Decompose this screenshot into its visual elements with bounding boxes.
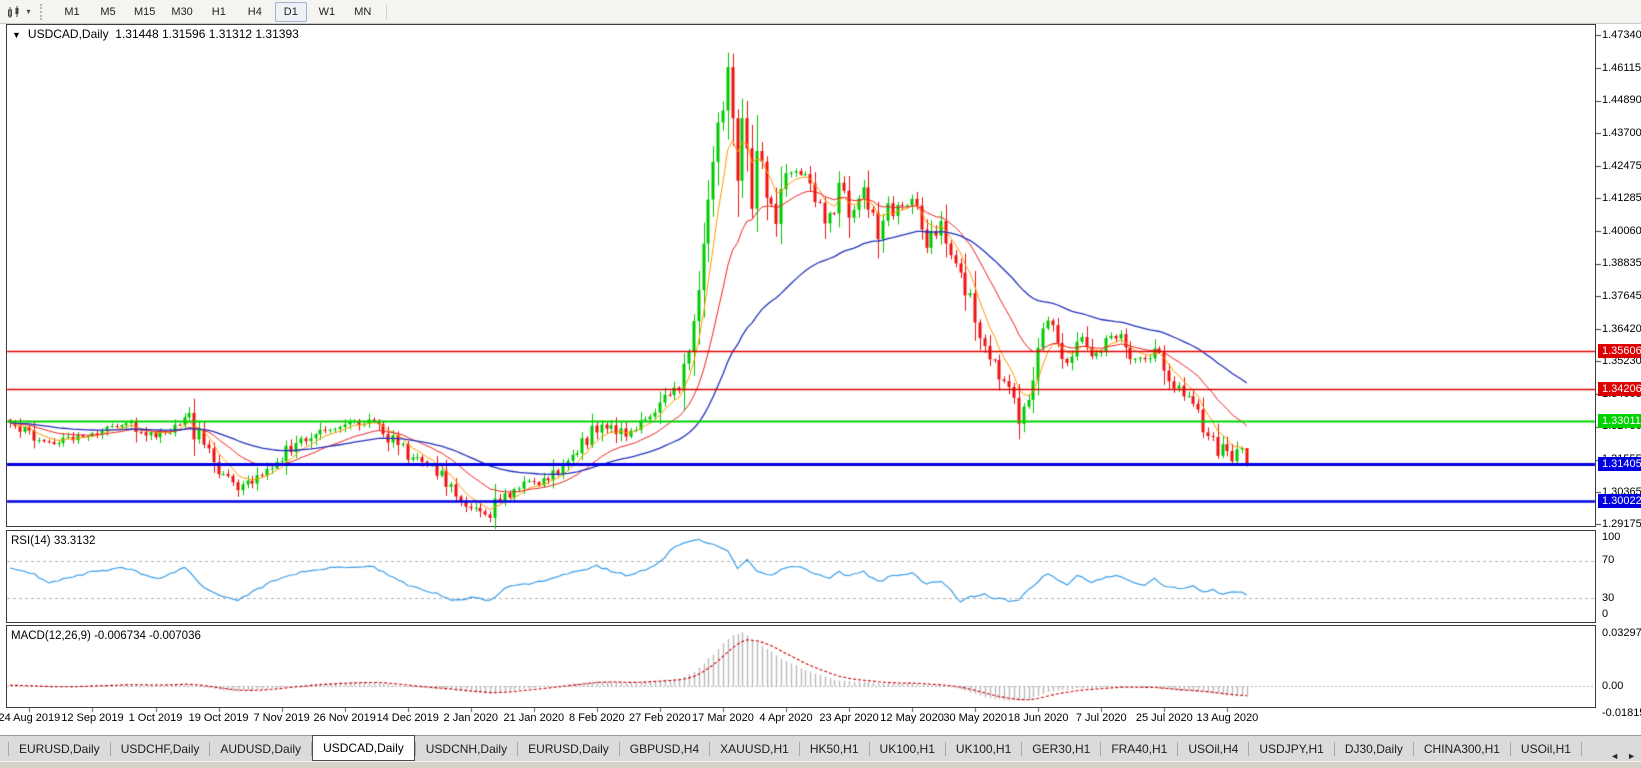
chart-tab-usoil-h4[interactable]: USOil,H4 <box>1178 738 1248 760</box>
timeframe-button-group: M1M5M15M30H1H4D1W1MN <box>54 2 381 22</box>
chart-collapse-icon[interactable]: ▼ <box>12 30 21 40</box>
price-line-tag: 1.31405 <box>1598 457 1641 471</box>
chart-tab-xauusd-h1[interactable]: XAUUSD,H1 <box>710 738 799 760</box>
chart-title: ▼ USDCAD,Daily 1.31448 1.31596 1.31312 1.… <box>12 27 299 41</box>
date-axis-label: 14 Dec 2019 <box>376 712 438 724</box>
chart-symbol-label: USDCAD,Daily <box>28 27 109 41</box>
chart-tab-hk50-h1[interactable]: HK50,H1 <box>800 738 869 760</box>
price-line-tag: 1.34206 <box>1598 382 1641 396</box>
price-axis-label: 1.40060 <box>1602 225 1641 237</box>
date-axis-label: 24 Aug 2019 <box>0 712 60 724</box>
chart-tab-china300-h1[interactable]: CHINA300,H1 <box>1414 738 1510 760</box>
price-axis-label: 1.43700 <box>1602 127 1641 139</box>
date-axis-label: 17 Mar 2020 <box>692 712 754 724</box>
macd-indicator-label: MACD(12,26,9) -0.006734 -0.007036 <box>11 630 201 642</box>
macd-scale-label: 0.00 <box>1602 680 1623 692</box>
chart-tab-eurusd-daily[interactable]: EURUSD,Daily <box>9 738 110 760</box>
chart-tab-audusd-daily[interactable]: AUDUSD,Daily <box>210 738 311 760</box>
price-axis-label: 1.41285 <box>1602 192 1641 204</box>
date-axis-label: 23 Apr 2020 <box>819 712 878 724</box>
timeframe-button-m1[interactable]: M1 <box>56 2 88 22</box>
date-axis-label: 12 May 2020 <box>880 712 944 724</box>
timeframe-button-h4[interactable]: H4 <box>239 2 271 22</box>
price-axis-label: 1.29175 <box>1602 518 1641 530</box>
date-axis-label: 4 Apr 2020 <box>759 712 812 724</box>
chart-style-dropdown-caret[interactable]: ▾ <box>23 3 34 21</box>
price-axis-label: 1.42475 <box>1602 160 1641 172</box>
price-axis-label: 1.37645 <box>1602 290 1641 302</box>
date-axis-label: 18 Jun 2020 <box>1008 712 1069 724</box>
date-axis-label: 13 Aug 2020 <box>1196 712 1258 724</box>
date-axis-label: 2 Jan 2020 <box>444 712 498 724</box>
date-axis-label: 12 Sep 2019 <box>61 712 123 724</box>
date-axis-label: 30 May 2020 <box>943 712 1007 724</box>
chart-tab-gbpusd-h4[interactable]: GBPUSD,H4 <box>620 738 709 760</box>
toolbar-separator <box>386 4 387 20</box>
price-axis-label: 1.47340 <box>1602 29 1641 41</box>
toolbar-grip[interactable] <box>40 4 47 20</box>
status-strip <box>0 761 1641 768</box>
chart-tab-usdchf-daily[interactable]: USDCHF,Daily <box>111 738 210 760</box>
chart-style-icon[interactable] <box>5 3 23 21</box>
chart-tab-ger30-h1[interactable]: GER30,H1 <box>1022 738 1100 760</box>
chart-ohlc-values: 1.31448 1.31596 1.31312 1.31393 <box>115 27 299 41</box>
chart-tab-usdjpy-h1[interactable]: USDJPY,H1 <box>1249 738 1333 760</box>
candlestick-glyph <box>7 5 21 19</box>
tab-scroll-left-button[interactable]: ◄ <box>1610 750 1619 762</box>
chart-canvas[interactable] <box>0 0 1641 768</box>
chart-tab-uk100-h1[interactable]: UK100,H1 <box>946 738 1021 760</box>
rsi-scale-label: 100 <box>1602 531 1620 543</box>
price-axis-label: 1.46115 <box>1602 62 1641 74</box>
rsi-scale-label: 70 <box>1602 554 1614 566</box>
timeframe-button-mn[interactable]: MN <box>347 2 379 22</box>
rsi-scale-label: 0 <box>1602 608 1608 620</box>
date-axis-label: 21 Jan 2020 <box>504 712 565 724</box>
timeframe-button-m15[interactable]: M15 <box>128 2 161 22</box>
timeframe-button-m5[interactable]: M5 <box>92 2 124 22</box>
price-axis-label: 1.36420 <box>1602 323 1641 335</box>
price-axis-label: 1.38835 <box>1602 257 1641 269</box>
chart-tab-eurusd-daily[interactable]: EURUSD,Daily <box>518 738 619 760</box>
date-axis-label: 26 Nov 2019 <box>313 712 375 724</box>
timeframe-button-h1[interactable]: H1 <box>203 2 235 22</box>
date-axis-label: 8 Feb 2020 <box>569 712 625 724</box>
date-axis-label: 1 Oct 2019 <box>129 712 183 724</box>
macd-scale-label: -0.018154 <box>1602 707 1641 719</box>
chart-tab-fra40-h1[interactable]: FRA40,H1 <box>1101 738 1177 760</box>
chart-tab-uk100-h1[interactable]: UK100,H1 <box>870 738 945 760</box>
price-line-tag: 1.33011 <box>1598 414 1641 428</box>
price-line-tag: 1.35606 <box>1598 344 1641 358</box>
chart-tab-usdcad-daily[interactable]: USDCAD,Daily <box>312 735 415 761</box>
top-toolbar: ▾ M1M5M15M30H1H4D1W1MN <box>0 0 1641 24</box>
date-axis-label: 25 Jul 2020 <box>1136 712 1193 724</box>
date-axis-label: 7 Nov 2019 <box>253 712 309 724</box>
timeframe-button-d1[interactable]: D1 <box>275 2 307 22</box>
rsi-scale-label: 30 <box>1602 592 1614 604</box>
rsi-indicator-label: RSI(14) 33.3132 <box>11 535 95 547</box>
tab-divider <box>1581 742 1582 756</box>
price-line-tag: 1.30022 <box>1598 494 1641 508</box>
chart-tab-usoil-h1[interactable]: USOil,H1 <box>1511 738 1581 760</box>
timeframe-button-w1[interactable]: W1 <box>311 2 343 22</box>
date-axis-label: 27 Feb 2020 <box>629 712 691 724</box>
chart-tab-bar: EURUSD,DailyUSDCHF,DailyAUDUSD,DailyUSDC… <box>0 735 1641 762</box>
macd-scale-label: 0.032972 <box>1602 627 1641 639</box>
timeframe-button-m30[interactable]: M30 <box>165 2 198 22</box>
tab-scroll-right-button[interactable]: ► <box>1627 750 1636 762</box>
price-axis-label: 1.44890 <box>1602 94 1641 106</box>
date-axis-label: 19 Oct 2019 <box>189 712 249 724</box>
date-axis-label: 7 Jul 2020 <box>1076 712 1127 724</box>
chart-tab-dj30-daily[interactable]: DJ30,Daily <box>1335 738 1413 760</box>
tab-scroll-arrows: ◄ ► <box>1610 750 1636 762</box>
chart-tab-usdcnh-daily[interactable]: USDCNH,Daily <box>416 738 517 760</box>
